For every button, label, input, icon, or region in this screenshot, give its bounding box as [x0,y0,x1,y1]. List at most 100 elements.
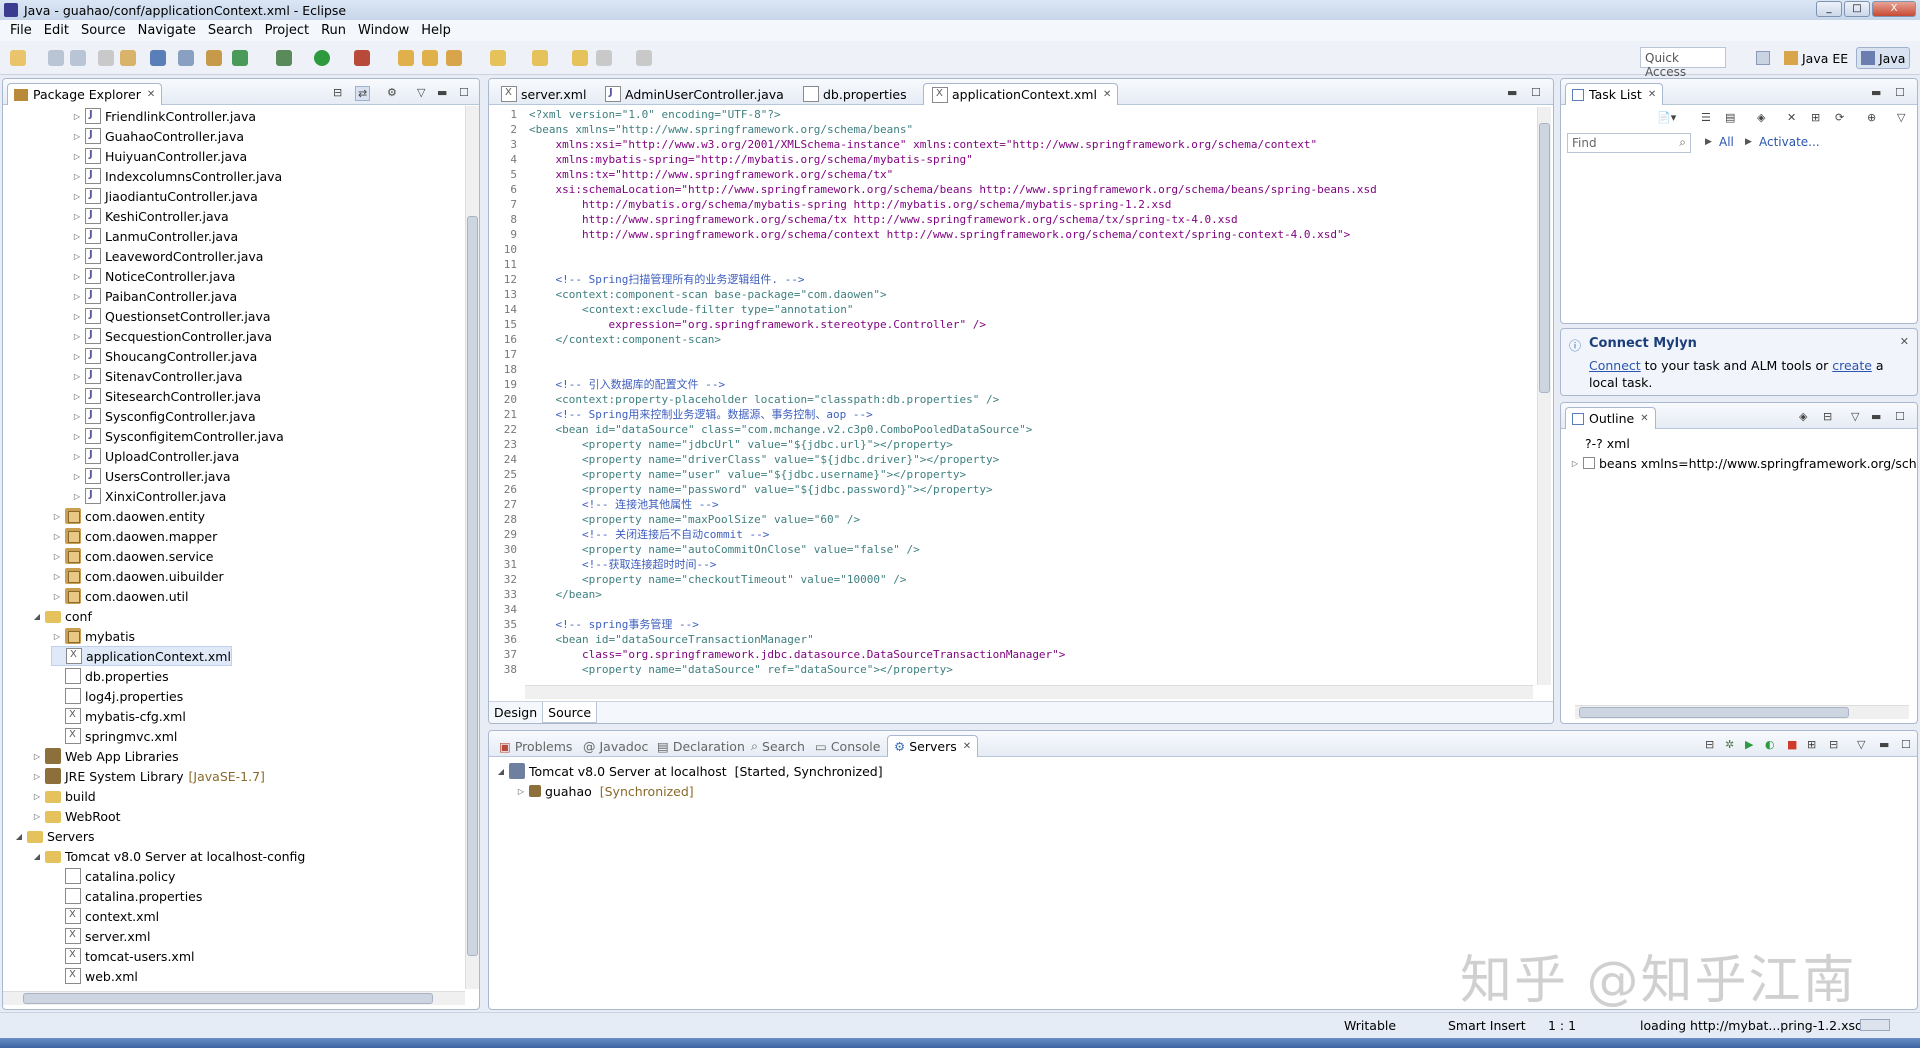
code-line[interactable]: <property name="user" value="${jdbc.user… [529,467,1501,482]
next-annotation-icon[interactable] [490,50,506,66]
skip-breakpoints-icon[interactable] [178,50,194,66]
create-link[interactable]: create [1832,358,1872,373]
maximize-view-icon[interactable]: ☐ [1895,410,1905,423]
tree-item[interactable]: ◢ Servers [13,826,95,846]
code-line[interactable]: http://www.springframework.org/schema/co… [529,227,1501,242]
tree-item[interactable]: ▷ JiaodiantuController.java [71,186,258,206]
code-line[interactable]: <context:component-scan base-package="co… [529,287,1501,302]
scrollbar-thumb[interactable] [1539,123,1550,393]
outline-beans-node[interactable]: ▷ beans xmlns=http://www.springframework.… [1569,453,1917,473]
chevron-right-icon[interactable]: ▷ [31,812,43,821]
tree-item[interactable]: ▷ IndexcolumnsController.java [71,166,282,186]
scrollbar-thumb-h[interactable] [1579,707,1849,718]
chevron-right-icon[interactable]: ▷ [51,532,63,541]
code-line[interactable]: <!-- 连接池其他属性 --> [529,497,1501,512]
menu-project[interactable]: Project [259,23,315,38]
code-line[interactable]: expression="org.springframework.stereoty… [529,317,1501,332]
task-repositories-icon[interactable]: ⊕ [1867,111,1876,124]
view-menu-icon[interactable]: ▽ [1851,410,1859,423]
tree-item[interactable]: ▷ build [31,786,96,806]
close-icon[interactable]: ✕ [1648,89,1656,100]
minimize-view-icon[interactable]: ▬ [437,86,447,99]
code-line[interactable]: <!-- 关闭连接后不自动commit --> [529,527,1501,542]
chevron-right-icon[interactable]: ▷ [1569,459,1581,468]
code-line[interactable]: http://www.springframework.org/schema/tx… [529,212,1501,227]
code-line[interactable] [529,602,1501,617]
code-line[interactable] [529,362,1501,377]
code-line[interactable]: <property name="driverClass" value="${jd… [529,452,1501,467]
code-line[interactable]: <property name="autoCommitOnClose" value… [529,542,1501,557]
minimize-view-icon[interactable]: ▬ [1879,738,1889,751]
view-menu-icon[interactable]: ▽ [417,86,425,99]
tree-item[interactable]: ▷ com.daowen.service [51,546,214,566]
code-line[interactable] [529,347,1501,362]
tree-item[interactable]: tomcat-users.xml [51,946,194,966]
horizontal-scrollbar[interactable] [3,991,465,1005]
tree-item[interactable]: ▷ HuiyuanController.java [71,146,247,166]
tree-item[interactable]: springmvc.xml [51,726,177,746]
code-line[interactable]: <property name="dataSource" ref="dataSou… [529,662,1501,677]
link-editor-icon[interactable]: ⇄ [355,86,371,101]
chevron-right-icon[interactable]: ▷ [71,312,83,321]
sync-icon[interactable]: ⟳ [1835,111,1844,124]
perspective-java[interactable]: Java [1856,47,1911,69]
chevron-right-icon[interactable]: ▷ [31,752,43,761]
chevron-down-icon[interactable]: ◢ [31,852,43,861]
tab-servers[interactable]: ⚙ Servers ✕ [887,735,979,757]
chevron-right-icon[interactable]: ▷ [71,292,83,301]
minimize-view-icon[interactable]: ▬ [1507,86,1517,99]
tree-item[interactable]: mybatis-cfg.xml [51,706,186,726]
tree-item[interactable]: applicationContext.xml [51,646,232,666]
tree-item[interactable]: ▷ com.daowen.util [51,586,189,606]
tree-item[interactable]: ▷ PaibanController.java [71,286,237,306]
tree-item[interactable]: ▷ com.daowen.entity [51,506,205,526]
tree-item[interactable]: ▷ KeshiController.java [71,206,229,226]
tree-item[interactable]: ▷ UploadController.java [71,446,239,466]
menu-help[interactable]: Help [415,23,457,38]
publish-icon[interactable]: ⊞ [1807,738,1816,751]
editor-horizontal-scrollbar[interactable] [525,685,1533,699]
close-icon[interactable]: ✕ [963,741,971,752]
tab-applicationcontext-xml[interactable]: applicationContext.xml ✕ [923,83,1119,105]
tree-item[interactable]: ▷ mybatis [51,626,135,646]
open-type-icon[interactable] [120,50,136,66]
collapse-all-icon[interactable]: ⊟ [1705,738,1714,751]
debug-server-icon[interactable]: ✲ [1725,738,1734,751]
menu-window[interactable]: Window [352,23,415,38]
tab-source[interactable]: Source [542,702,598,723]
new-folder-icon[interactable] [398,50,414,66]
outline-horizontal-scrollbar[interactable] [1575,705,1909,719]
chevron-down-icon[interactable]: ◢ [13,832,25,841]
view-menu-icon[interactable]: ▽ [1897,111,1905,124]
package-icon[interactable] [206,50,222,66]
tree-item[interactable]: catalina.properties [51,886,202,906]
chevron-right-icon[interactable]: ▷ [51,632,63,641]
close-icon[interactable]: ✕ [1900,335,1909,348]
chevron-right-icon[interactable]: ▷ [71,392,83,401]
perspective-java-ee[interactable]: Java EE [1780,47,1852,69]
refresh-icon[interactable] [232,50,248,66]
task-find-input[interactable]: Find ⌕ [1567,133,1691,153]
code-line[interactable]: http://mybatis.org/schema/mybatis-spring… [529,197,1501,212]
collapse-all-icon[interactable]: ⊟ [1823,410,1832,423]
code-line[interactable]: <property name="maxPoolSize" value="60" … [529,512,1501,527]
close-icon[interactable]: ✕ [1640,413,1648,424]
close-icon[interactable]: ✕ [147,89,155,100]
tree-item[interactable]: ▷ WebRoot [31,806,121,826]
editor-vertical-scrollbar[interactable] [1537,107,1551,685]
chevron-right-icon[interactable]: ▷ [71,412,83,421]
maximize-button[interactable]: □ [1844,1,1870,17]
tree-item[interactable]: ▷ ShoucangController.java [71,346,257,366]
menu-search[interactable]: Search [202,23,259,38]
tree-item[interactable]: ▷ LeavewordController.java [71,246,263,266]
tree-item[interactable]: ▷ SitesearchController.java [71,386,261,406]
tab-search[interactable]: ⌕ Search [745,735,811,757]
collapse-icon[interactable]: ✕ [1787,111,1796,124]
menu-navigate[interactable]: Navigate [132,23,202,38]
maximize-view-icon[interactable]: ☐ [1901,738,1911,751]
minimize-button[interactable]: _ [1816,1,1842,17]
source-editor[interactable]: 1 2 3 4 5 6 7 8 9 10 11 12 13 14 15 16 17 18 19 20 21 22 23 24 2… [491,107,1531,685]
chevron-right-icon[interactable]: ▷ [51,552,63,561]
filter-icon[interactable]: ⚙ [387,86,397,99]
outline-xml-node[interactable]: ?-? xml [1585,433,1630,453]
